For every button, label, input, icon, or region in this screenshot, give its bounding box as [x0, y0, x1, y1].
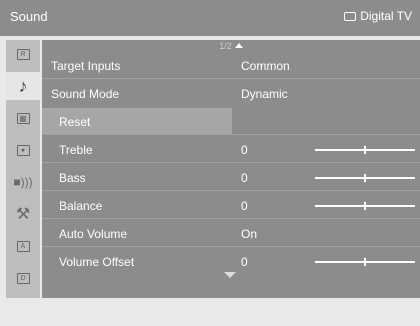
row-bass[interactable]: Bass 0: [42, 164, 420, 191]
balance-slider[interactable]: [315, 202, 415, 210]
page-indicator-text: 1/2: [219, 41, 232, 51]
row-label: Sound Mode: [51, 87, 120, 101]
row-value: 0: [241, 171, 248, 185]
row-treble[interactable]: Treble 0: [42, 136, 420, 163]
row-value: 0: [241, 143, 248, 157]
treble-slider[interactable]: [315, 146, 415, 154]
wrench-icon[interactable]: ⚒: [6, 200, 40, 228]
input-source: Digital TV: [344, 9, 412, 23]
row-label: Treble: [59, 143, 93, 157]
row-auto-volume[interactable]: Auto Volume On: [42, 220, 420, 247]
row-sound-mode[interactable]: Sound Mode Dynamic: [42, 80, 420, 107]
bass-slider[interactable]: [315, 174, 415, 182]
sidebar: R ♪ ▦ ● ■))) ⚒ A D: [6, 40, 40, 298]
scroll-up-icon[interactable]: [234, 43, 243, 48]
channel-a-icon[interactable]: A: [6, 232, 40, 260]
row-target-inputs[interactable]: Target Inputs Common: [42, 52, 420, 79]
music-note-icon[interactable]: ♪: [6, 72, 40, 100]
header-bar: Sound Digital TV: [0, 0, 420, 36]
tv-icon: [344, 11, 357, 21]
camera-icon[interactable]: ●: [6, 136, 40, 164]
row-volume-offset[interactable]: Volume Offset 0: [42, 248, 420, 275]
row-label: Target Inputs: [51, 59, 121, 73]
row-label: Volume Offset: [59, 255, 135, 269]
row-balance[interactable]: Balance 0: [42, 192, 420, 219]
row-label: Reset: [59, 115, 91, 129]
sound-settings-list: 1/2 Target Inputs Common Sound Mode Dyna…: [42, 40, 420, 298]
row-label: Balance: [59, 199, 103, 213]
grid-icon[interactable]: ▦: [6, 104, 40, 132]
row-label: Auto Volume: [59, 227, 128, 241]
row-value: Common: [241, 59, 290, 73]
channel-d-icon[interactable]: D: [6, 264, 40, 292]
input-source-label: Digital TV: [360, 9, 412, 23]
row-reset[interactable]: Reset: [42, 108, 420, 135]
row-value: Dynamic: [241, 87, 288, 101]
row-value: On: [241, 227, 258, 241]
page-indicator: 1/2: [42, 40, 420, 52]
page-title: Sound: [10, 9, 48, 24]
speaker-icon[interactable]: ■))): [6, 168, 40, 196]
scroll-down-icon[interactable]: [224, 272, 236, 278]
picture-icon[interactable]: R: [6, 40, 40, 68]
row-value: 0: [241, 255, 248, 269]
volume-offset-slider[interactable]: [315, 258, 415, 266]
row-label: Bass: [59, 171, 86, 185]
row-value: 0: [241, 199, 248, 213]
